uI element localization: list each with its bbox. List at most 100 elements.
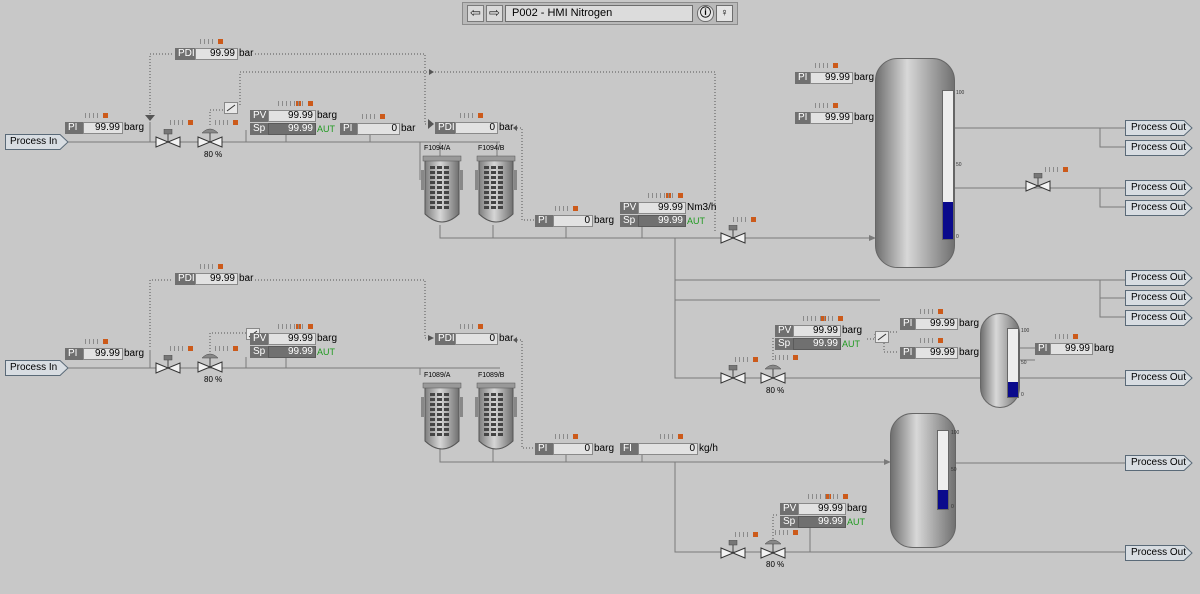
alarm-indicator [200,264,223,269]
valve-tank1-outlet[interactable] [1025,172,1051,202]
valve-opening: 80 % [766,560,785,569]
alarm-indicator [815,63,838,68]
process-out-10[interactable]: Process Out [1125,545,1193,561]
process-in-2[interactable]: Process In [5,360,69,376]
tag-value: 99.99 [83,348,123,360]
alarm-indicator [290,101,313,106]
alarm-indicator [815,103,838,108]
level-fill [943,202,953,239]
valve-flow-outlet[interactable] [720,224,746,254]
valve-manual-2[interactable] [155,354,181,384]
positioner-icon[interactable] [875,331,889,343]
tag-value: 99.99 [638,202,686,214]
level-bar [942,90,954,240]
alarm-indicator [362,114,385,119]
process-out-label: Process Out [1131,312,1187,323]
alarm-indicator [460,113,483,118]
tag-value: 0 [357,123,400,135]
process-out-7[interactable]: Process Out [1125,310,1193,326]
tag-unit: kg/h [699,443,718,454]
level-scale-label: 50 [956,162,962,168]
filter-label: F1094/A [424,145,451,152]
process-in-1[interactable]: Process In [5,134,69,150]
process-out-6[interactable]: Process Out [1125,290,1193,306]
tag-value: 99.99 [83,122,123,134]
mode-indicator: AUT [842,339,860,349]
lightbulb-icon: ♀ [720,7,729,19]
tag-value: 99.99 [268,346,316,358]
tag-value: 99.99 [810,112,853,124]
process-out-9[interactable]: Process Out [1125,455,1193,471]
level-scale-label: 50 [1021,360,1027,366]
process-out-4[interactable]: Process Out [1125,200,1193,216]
level-scale-label: 0 [1021,392,1024,398]
tag-value: 0 [638,443,698,455]
tag-label: FI [620,443,638,455]
level-bar [1007,328,1019,398]
tag-value: 99.99 [810,72,853,84]
filter-vessel[interactable] [475,154,517,229]
process-out-8[interactable]: Process Out [1125,370,1193,386]
tag-unit: barg [317,110,338,121]
arrow-left-icon: ⇦ [470,5,481,20]
alarm-indicator [775,355,798,360]
level-scale-label: 100 [1021,328,1030,334]
valve-opening: 80 % [204,150,223,159]
forward-button[interactable]: ⇨ [486,5,503,22]
process-out-label: Process Out [1131,142,1187,153]
tag-label: PDI [435,122,455,134]
filter-vessel[interactable] [475,381,517,456]
alarm-indicator [170,346,193,351]
tag-unit: barg [1094,343,1115,354]
tag-label: PV [250,110,268,122]
alarm-indicator [1045,167,1068,172]
tag-label: PV [775,325,793,337]
valve-manual-1[interactable] [155,128,181,158]
tag-label: Sp [775,338,793,350]
info-button[interactable]: ⓘ [697,5,714,22]
alarm-indicator [290,324,313,329]
arrow-right-icon: ⇨ [489,5,500,20]
process-out-1[interactable]: Process Out [1125,120,1193,136]
tag-unit: barg [594,443,615,454]
valve-branch-1[interactable] [720,364,746,394]
alarm-indicator [215,120,238,125]
tag-value: 99.99 [268,123,316,135]
tag-unit: barg [854,112,875,123]
alarm-indicator [200,39,223,44]
level-fill [1008,382,1018,397]
tag-label: PDI [175,48,195,60]
tag-label: PDI [435,333,455,345]
back-button[interactable]: ⇦ [467,5,484,22]
filter-vessel[interactable] [421,154,463,229]
valve-branch-2[interactable] [720,539,746,569]
tag-unit: barg [124,122,145,133]
filter-label: F1094/B [478,145,505,152]
alarm-indicator [460,324,483,329]
tag-value: 99.99 [798,503,846,515]
tag-unit: barg [317,333,338,344]
valve-opening: 80 % [204,375,223,384]
help-button[interactable]: ♀ [716,5,733,22]
tag-value: 99.99 [793,325,841,337]
filter-vessel[interactable] [421,381,463,456]
process-out-label: Process Out [1131,457,1187,468]
tag-label: PI [340,123,357,135]
level-bar [937,430,949,510]
positioner-icon[interactable] [224,102,238,114]
level-scale-label: 100 [956,90,965,96]
process-diagram [67,53,1125,553]
process-out-2[interactable]: Process Out [1125,140,1193,156]
process-out-5[interactable]: Process Out [1125,270,1193,286]
alarm-indicator [170,120,193,125]
alarm-indicator [920,309,943,314]
mode-indicator: AUT [317,347,335,357]
process-out-label: Process Out [1131,547,1187,558]
level-fill [938,489,948,509]
filter-label: F1089/B [478,372,505,379]
tag-label: PDI [175,273,195,285]
tag-label: Sp [250,346,268,358]
valve-opening: 80 % [766,386,785,395]
alarm-indicator [660,193,683,198]
process-out-3[interactable]: Process Out [1125,180,1193,196]
